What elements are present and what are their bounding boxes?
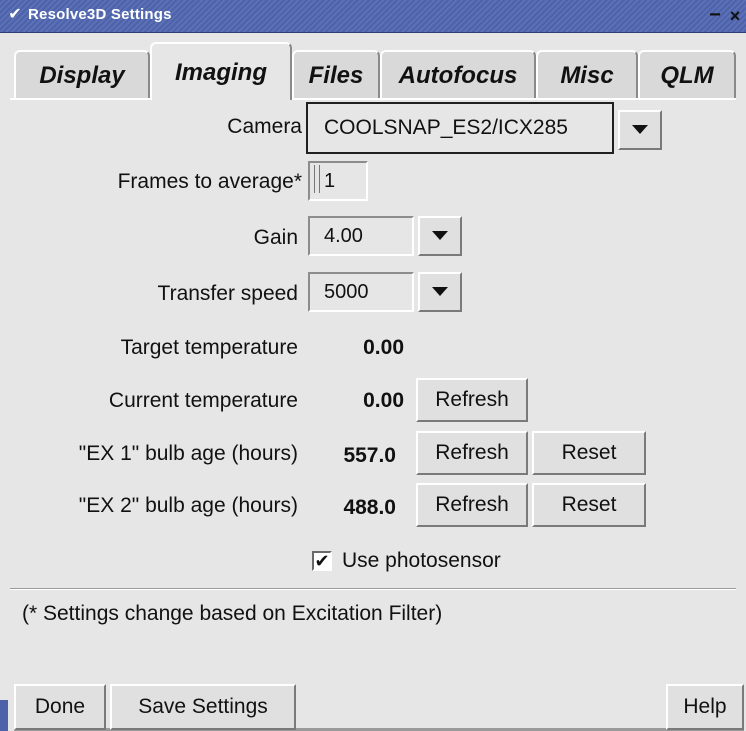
frames-label: Frames to average* xyxy=(117,170,302,193)
window-menu-icon[interactable]: ✔ xyxy=(6,6,24,24)
chevron-down-icon xyxy=(632,125,648,134)
tab-autofocus[interactable]: Autofocus xyxy=(380,50,536,98)
minimize-button[interactable]: − xyxy=(706,5,724,26)
checkmark-icon: ✔ xyxy=(314,551,330,571)
refresh-bulb1-button[interactable]: Refresh xyxy=(416,431,528,475)
bulb2-age-value: 488.0 xyxy=(343,496,396,519)
chevron-down-icon xyxy=(432,287,448,296)
refresh-bulb2-button[interactable]: Refresh xyxy=(416,483,528,527)
settings-note: (* Settings change based on Excitation F… xyxy=(22,602,443,625)
bulb1-age-value: 557.0 xyxy=(343,444,396,467)
target-temperature-value: 0.00 xyxy=(363,336,404,359)
photosensor-checkbox[interactable]: ✔ xyxy=(312,551,332,571)
tab-qlm[interactable]: QLM xyxy=(638,50,736,98)
gain-select[interactable]: 4.00 xyxy=(308,216,414,256)
refresh-temperature-button[interactable]: Refresh xyxy=(416,378,528,422)
window-title: Resolve3D Settings xyxy=(28,6,172,23)
reset-bulb2-button[interactable]: Reset xyxy=(532,483,646,527)
gain-dropdown-button[interactable] xyxy=(418,216,462,256)
chevron-down-icon xyxy=(432,231,448,240)
current-temperature-label: Current temperature xyxy=(108,389,298,412)
divider xyxy=(10,588,736,590)
window-edge xyxy=(0,700,8,731)
transfer-speed-dropdown-button[interactable] xyxy=(418,272,462,312)
tab-misc[interactable]: Misc xyxy=(536,50,638,98)
bulb1-age-label: "EX 1" bulb age (hours) xyxy=(78,442,298,465)
gain-label: Gain xyxy=(253,226,298,249)
bulb2-age-label: "EX 2" bulb age (hours) xyxy=(78,494,298,517)
photosensor-label[interactable]: Use photosensor xyxy=(342,549,501,573)
target-temperature-label: Target temperature xyxy=(120,336,298,359)
close-button[interactable]: × xyxy=(726,6,744,26)
transfer-speed-select[interactable]: 5000 xyxy=(308,272,414,312)
done-button[interactable]: Done xyxy=(14,684,106,730)
tab-display[interactable]: Display xyxy=(14,50,150,98)
text-cursor xyxy=(314,165,320,193)
camera-dropdown-button[interactable] xyxy=(618,110,662,150)
tab-imaging[interactable]: Imaging xyxy=(150,42,292,100)
tab-files[interactable]: Files xyxy=(292,50,380,98)
tab-panel-border xyxy=(10,98,736,100)
current-temperature-value: 0.00 xyxy=(363,389,404,412)
save-settings-button[interactable]: Save Settings xyxy=(110,684,296,730)
camera-select[interactable]: COOLSNAP_ES2/ICX285 xyxy=(306,102,614,154)
settings-window: ✔ Resolve3D Settings − × Display Imaging… xyxy=(0,0,746,731)
frames-value: 1 xyxy=(324,170,336,192)
camera-label: Camera xyxy=(227,115,302,138)
help-button[interactable]: Help xyxy=(666,684,744,730)
title-bar[interactable]: ✔ Resolve3D Settings − × xyxy=(0,0,746,33)
reset-bulb1-button[interactable]: Reset xyxy=(532,431,646,475)
transfer-speed-label: Transfer speed xyxy=(157,282,298,305)
